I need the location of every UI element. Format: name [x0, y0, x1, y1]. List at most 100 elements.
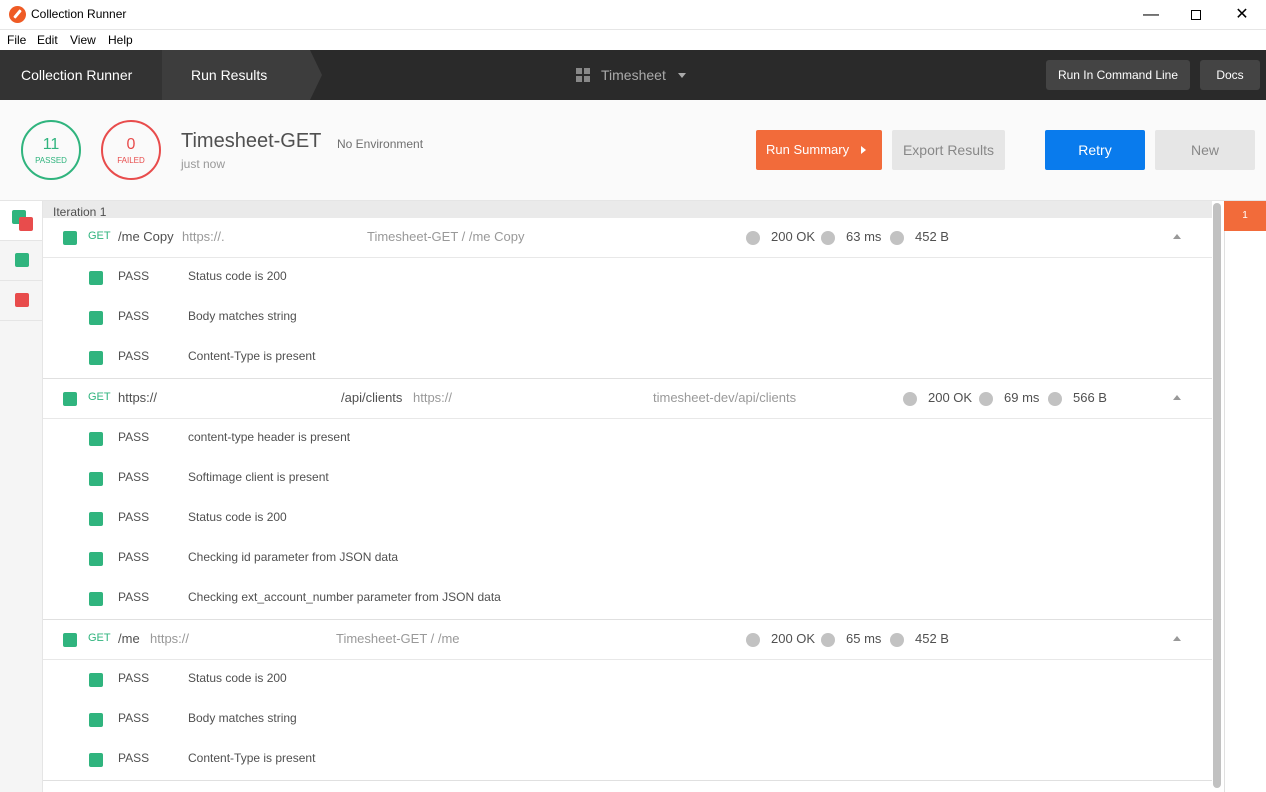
request-method: GET [88, 230, 111, 242]
filter-passed[interactable] [0, 241, 42, 281]
test-status: PASS [118, 470, 150, 484]
response-status: 200 OK [771, 229, 816, 244]
test-status: PASS [118, 711, 150, 725]
retry-button[interactable]: Retry [1045, 130, 1145, 170]
pass-square-icon [63, 633, 77, 647]
test-status: PASS [118, 671, 150, 685]
fail-square-icon [19, 217, 33, 231]
time-dot-icon [821, 231, 835, 245]
maximize-button[interactable] [1173, 0, 1219, 30]
breadcrumb-collection-runner[interactable]: Collection Runner [0, 50, 162, 100]
test-name: Body matches string [188, 309, 297, 323]
collapse-caret-icon[interactable] [1173, 234, 1181, 239]
test-name: Body matches string [188, 711, 297, 725]
test-name: Content-Type is present [188, 349, 316, 363]
failed-count-badge: 0 FAILED [101, 120, 161, 180]
pass-square-icon [89, 432, 103, 446]
request-method: GET [88, 391, 111, 403]
run-summary-button[interactable]: Run Summary [756, 130, 882, 170]
iteration-1-tab[interactable]: 1 [1224, 201, 1266, 231]
request-name-path: /api/clients [341, 390, 403, 405]
request-row[interactable]: GET /me https:// Timesheet-GET / /me 200… [43, 620, 1212, 660]
menu-help[interactable]: Help [108, 33, 133, 47]
response-time: 69 ms [1004, 390, 1040, 405]
pass-square-icon [89, 271, 103, 285]
docs-button[interactable]: Docs [1200, 60, 1260, 90]
minimize-button[interactable]: — [1128, 0, 1174, 30]
scrollbar-thumb[interactable] [1213, 203, 1221, 788]
pass-square-icon [89, 673, 103, 687]
request-url: https:// [150, 631, 190, 646]
breadcrumb-label: Collection Runner [21, 67, 133, 83]
workspace-grid-icon [576, 68, 590, 82]
collection-name: Timesheet-GET [181, 130, 322, 152]
request-path: Timesheet-GET / /me [336, 631, 460, 646]
menu-edit[interactable]: Edit [37, 33, 58, 47]
filter-failed[interactable] [0, 281, 42, 321]
pass-square-icon [63, 392, 77, 406]
test-name: Status code is 200 [188, 510, 287, 524]
close-button[interactable]: ✕ [1219, 0, 1265, 30]
response-status: 200 OK [928, 390, 973, 405]
test-row: PASS Status code is 200 [43, 499, 1212, 539]
test-row: PASS Softimage client is present [43, 459, 1212, 499]
test-name: content-type header is present [188, 430, 351, 444]
test-status: PASS [118, 269, 150, 283]
pass-square-icon [89, 753, 103, 767]
divider [43, 780, 1212, 781]
window-title: Collection Runner [31, 7, 127, 21]
test-status: PASS [118, 349, 150, 363]
test-status: PASS [118, 309, 150, 323]
pass-square-icon [15, 253, 29, 267]
pass-square-icon [89, 311, 103, 325]
request-row[interactable]: GET https:// /api/clients https:// times… [43, 379, 1212, 419]
response-size: 452 B [915, 631, 949, 646]
status-dot-icon [746, 231, 760, 245]
postman-logo-icon [9, 6, 26, 23]
size-dot-icon [890, 633, 904, 647]
test-name: Checking ext_account_number parameter fr… [188, 590, 501, 604]
test-status: PASS [118, 751, 150, 765]
test-row: PASS Content-Type is present [43, 338, 1212, 378]
status-dot-icon [746, 633, 760, 647]
pass-square-icon [89, 592, 103, 606]
request-path: Timesheet-GET / /me Copy [367, 229, 525, 244]
pass-square-icon [89, 552, 103, 566]
iteration-label: Iteration 1 [53, 205, 107, 219]
passed-count-badge: 11 PASSED [21, 120, 81, 180]
test-status: PASS [118, 550, 150, 564]
pass-square-icon [89, 713, 103, 727]
breadcrumb-run-results[interactable]: Run Results [162, 50, 310, 100]
window-titlebar: Collection Runner — ✕ [0, 0, 1266, 30]
request-name: /me Copy [118, 229, 174, 244]
breadcrumb-label: Run Results [191, 67, 268, 83]
menu-view[interactable]: View [70, 33, 96, 47]
request-name: /me [118, 631, 140, 646]
response-size: 566 B [1073, 390, 1107, 405]
response-time: 63 ms [846, 229, 882, 244]
workspace-selector[interactable]: Timesheet [601, 67, 666, 83]
menu-file[interactable]: File [7, 33, 26, 47]
collapse-caret-icon[interactable] [1173, 636, 1181, 641]
run-time: just now [181, 157, 226, 171]
test-row: PASS content-type header is present [43, 419, 1212, 459]
run-in-command-line-button[interactable]: Run In Command Line [1046, 60, 1190, 90]
test-name: Softimage client is present [188, 470, 329, 484]
test-status: PASS [118, 430, 150, 444]
test-row: PASS Checking ext_account_number paramet… [43, 579, 1212, 619]
request-method: GET [88, 632, 111, 644]
pass-square-icon [63, 231, 77, 245]
filter-all[interactable] [0, 201, 42, 241]
test-status: PASS [118, 590, 150, 604]
request-url: https:// [413, 390, 453, 405]
chevron-down-icon[interactable] [678, 73, 686, 78]
request-path: timesheet-dev/api/clients [653, 390, 797, 405]
passed-label: PASSED [35, 156, 67, 165]
request-row[interactable]: GET /me Copy https://. Timesheet-GET / /… [43, 218, 1212, 258]
new-button[interactable]: New [1155, 130, 1255, 170]
request-name: https:// [118, 390, 158, 405]
test-status: PASS [118, 510, 150, 524]
export-results-button[interactable]: Export Results [892, 130, 1005, 170]
collapse-caret-icon[interactable] [1173, 395, 1181, 400]
time-dot-icon [821, 633, 835, 647]
